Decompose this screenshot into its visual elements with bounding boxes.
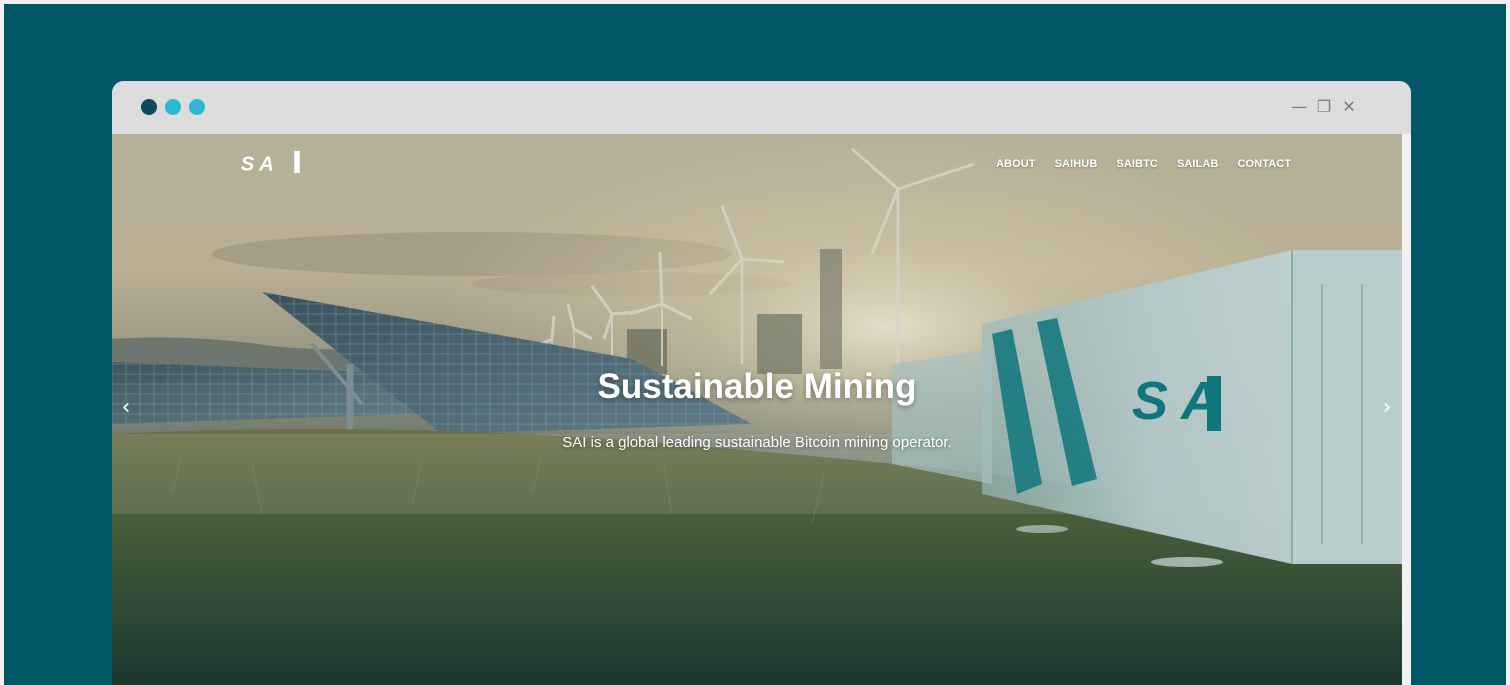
window-dot-2[interactable] [165,99,181,115]
sai-logo[interactable]: S A [238,150,308,174]
page-scrollbar[interactable] [1402,134,1411,685]
nav-contact[interactable]: CONTACT [1237,158,1291,170]
carousel-next-icon[interactable]: › [1377,396,1397,420]
minimize-icon[interactable]: — [1288,96,1310,118]
web-page: S A S A ABOUT SAIHUB SAIBTC SAILAB CONTA… [112,134,1402,685]
hero-subline: SAI is a global leading sustainable Bitc… [562,434,952,451]
window-dot-1[interactable] [141,99,157,115]
main-nav: ABOUT SAIHUB SAIBTC SAILAB CONTACT [996,158,1310,170]
carousel-prev-icon[interactable]: ‹ [116,396,136,420]
hero-image: S A [112,134,1402,685]
svg-text:S A: S A [241,153,274,174]
hero-banner: S A S A ABOUT SAIHUB SAIBTC SAILAB CONTA… [112,134,1402,685]
close-icon[interactable]: ✕ [1338,96,1360,118]
window-titlebar: — ❐ ✕ [112,81,1411,134]
nav-about[interactable]: ABOUT [996,158,1036,170]
nav-saihub[interactable]: SAIHUB [1055,158,1098,170]
browser-window: — ❐ ✕ S A S A ABOUT SAIHUB SAIBTC SAILAB… [112,81,1411,685]
nav-sailab[interactable]: SAILAB [1177,158,1219,170]
hero-headline: Sustainable Mining [597,367,917,406]
nav-saibtc[interactable]: SAIBTC [1116,158,1158,170]
restore-icon[interactable]: ❐ [1313,96,1335,118]
window-dot-3[interactable] [189,99,205,115]
